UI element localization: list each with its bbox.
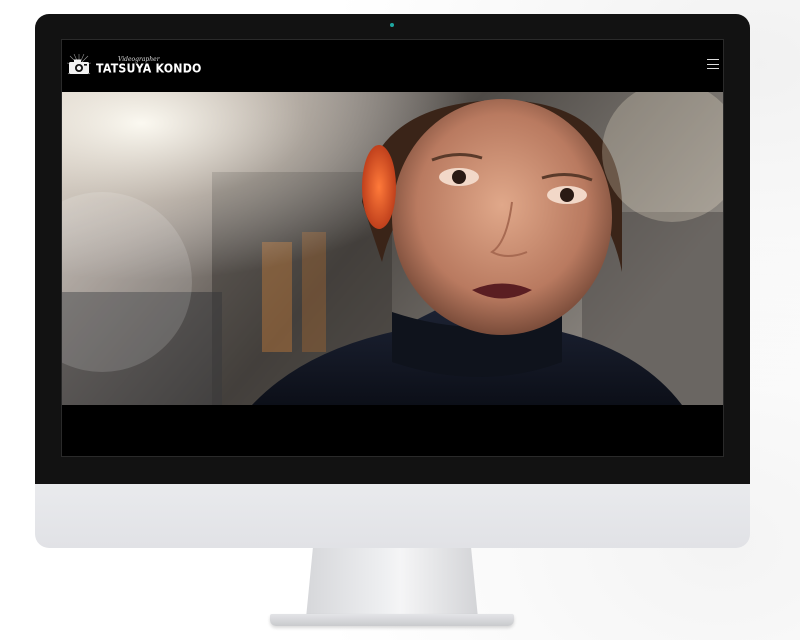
monitor-stand-base — [270, 614, 514, 626]
monitor-chin — [35, 484, 750, 548]
screen-bottom-bar — [62, 405, 723, 456]
website-screen: Videographer TATSUYA KONDO — [61, 39, 724, 457]
hero-image — [62, 92, 723, 405]
hamburger-menu-icon[interactable] — [707, 59, 719, 69]
camera-icon — [66, 53, 92, 76]
logo-title: TATSUYA KONDO — [96, 60, 202, 76]
webcam-indicator — [390, 23, 394, 27]
site-logo[interactable]: Videographer TATSUYA KONDO — [66, 50, 202, 80]
monitor-stand-neck — [306, 548, 478, 618]
site-header: Videographer TATSUYA KONDO — [62, 40, 723, 92]
